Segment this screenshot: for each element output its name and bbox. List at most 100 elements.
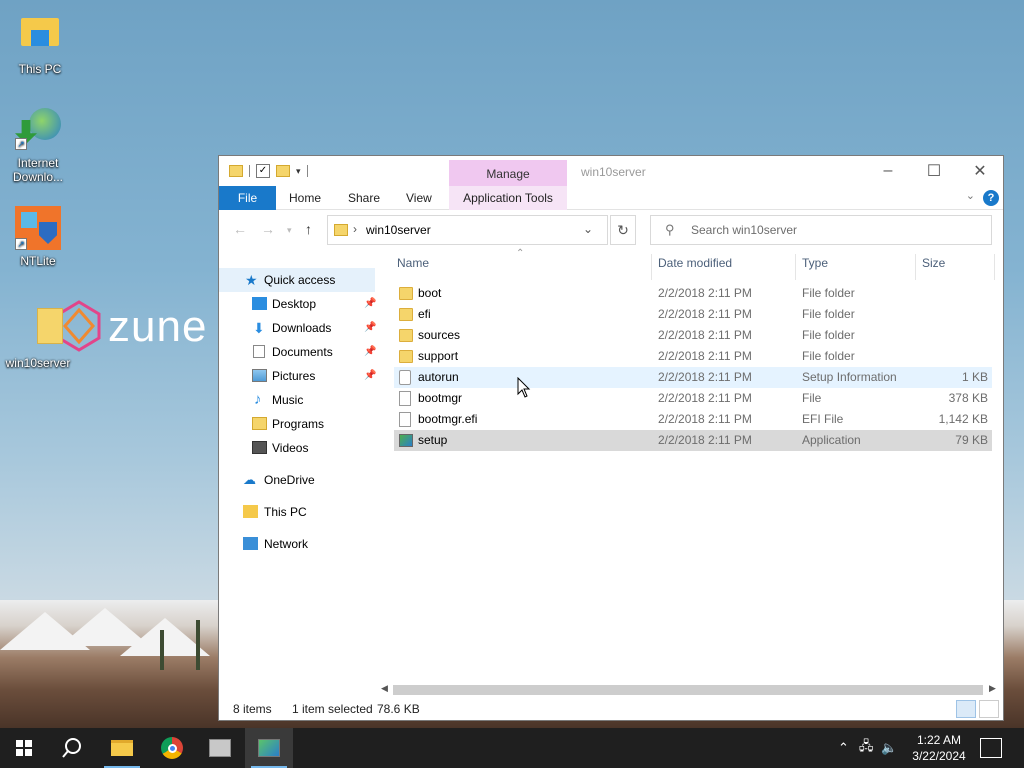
volume-muted-icon[interactable]: 🔈	[881, 740, 897, 756]
quick-access-toolbar: ✓ ▾	[229, 164, 308, 178]
desktop-icon-win10server[interactable]: win10server	[0, 306, 76, 370]
chevron-down-icon[interactable]: ⌄	[966, 189, 975, 202]
scrollbar-thumb[interactable]	[393, 685, 983, 695]
taskbar: ⌃ 🖧 🔈 1:22 AM 3/22/2024	[0, 728, 1024, 768]
nav-desktop[interactable]: Desktop 📌	[219, 292, 376, 316]
breadcrumb[interactable]: win10server	[366, 223, 431, 237]
tab-share[interactable]: Share	[338, 186, 390, 210]
windows-logo-icon	[16, 740, 32, 756]
taskbar-ntlite[interactable]	[245, 728, 293, 768]
close-button[interactable]: ✕	[957, 156, 1003, 186]
pin-icon[interactable]: 📌	[364, 292, 376, 316]
nav-downloads[interactable]: ⬇ Downloads 📌	[219, 316, 376, 340]
internet-download-manager-icon: ↗	[15, 106, 61, 152]
nav-onedrive[interactable]: ☁ OneDrive	[219, 468, 375, 492]
minimize-button[interactable]: –	[865, 156, 911, 186]
maximize-button[interactable]: ☐	[911, 156, 957, 186]
nav-pictures[interactable]: Pictures 📌	[219, 364, 376, 388]
nav-documents[interactable]: Documents 📌	[219, 340, 376, 364]
this-pc-icon	[243, 505, 258, 518]
file-row[interactable]: support 2/2/2018 2:11 PM File folder	[394, 346, 992, 367]
tab-file[interactable]: File	[219, 186, 276, 210]
customize-toolbar-icon[interactable]: ▾	[296, 166, 301, 177]
column-header-type[interactable]: Type	[802, 256, 828, 276]
sort-ascending-icon: ⌃	[516, 248, 525, 259]
item-count: 8 items	[233, 702, 272, 716]
file-row[interactable]: bootmgr.efi 2/2/2018 2:11 PM EFI File 1,…	[394, 409, 992, 430]
chevron-down-icon[interactable]: ⌄	[583, 222, 593, 236]
search-button[interactable]	[48, 728, 96, 768]
properties-icon[interactable]: ✓	[256, 164, 270, 178]
desktop-icon-this-pc[interactable]: This PC	[2, 12, 78, 76]
scroll-left-icon[interactable]: ◀	[381, 683, 388, 694]
file-icon	[399, 391, 411, 406]
refresh-button[interactable]: ↻	[610, 215, 636, 245]
tab-application-tools[interactable]: Application Tools	[449, 186, 567, 210]
file-row[interactable]: sources 2/2/2018 2:11 PM File folder	[394, 325, 992, 346]
address-bar[interactable]: › win10server ⌄	[327, 215, 608, 245]
tab-view[interactable]: View	[396, 186, 442, 210]
window-title: win10server	[581, 165, 646, 179]
taskbar-file-explorer[interactable]	[98, 728, 146, 768]
tab-home[interactable]: Home	[279, 186, 331, 210]
recent-locations-chevron-icon[interactable]: ▾	[287, 225, 292, 236]
pin-icon[interactable]: 📌	[364, 316, 376, 340]
nav-music[interactable]: ♪ Music	[219, 388, 375, 412]
column-header-name[interactable]: Name	[397, 256, 429, 276]
pin-icon[interactable]: 📌	[364, 340, 376, 364]
chevron-right-icon[interactable]: ›	[353, 222, 357, 236]
desktop-icon-ntlite[interactable]: ↗ NTLite	[0, 204, 76, 268]
folder-icon	[399, 287, 413, 300]
horizontal-scrollbar[interactable]: ◀ ▶	[379, 683, 999, 695]
start-button[interactable]	[0, 728, 48, 768]
large-icons-view-icon[interactable]	[979, 700, 999, 718]
chrome-icon	[161, 737, 183, 759]
desktop-icon-internet-download-manager[interactable]: ↗ Internet Downlo...	[0, 106, 76, 184]
navigation-pane: ★ Quick access Desktop 📌 ⬇ Downloads 📌 D…	[219, 266, 379, 676]
address-bar-row: ← → ▾ ↑ › win10server ⌄ ↻ ⚲ Search win10…	[219, 211, 1003, 249]
file-explorer-icon	[111, 740, 133, 756]
manage-contextual-tab[interactable]: Manage	[449, 160, 567, 188]
desktop-icon-label: win10server	[5, 356, 71, 370]
nav-network[interactable]: Network	[219, 532, 375, 556]
taskbar-chrome[interactable]	[148, 728, 196, 768]
pin-icon[interactable]: 📌	[364, 364, 376, 388]
folder-icon	[399, 308, 413, 321]
desktop-icon	[252, 297, 267, 310]
details-view-icon[interactable]	[956, 700, 976, 718]
documents-icon	[253, 345, 265, 358]
nav-this-pc[interactable]: This PC	[219, 500, 375, 524]
pictures-icon	[252, 369, 267, 382]
search-input[interactable]: ⚲ Search win10server	[650, 215, 992, 245]
network-icon[interactable]: 🖧	[859, 737, 874, 759]
file-row[interactable]: efi 2/2/2018 2:11 PM File folder	[394, 304, 992, 325]
search-icon	[62, 738, 81, 758]
music-note-icon: ♪	[254, 391, 262, 408]
column-header-size[interactable]: Size	[922, 256, 945, 276]
taskbar-app[interactable]	[196, 728, 244, 768]
title-bar: ✓ ▾ Manage win10server – ☐ ✕	[219, 156, 1003, 188]
file-row[interactable]: setup 2/2/2018 2:11 PM Application 79 KB	[394, 430, 992, 451]
nav-quick-access[interactable]: ★ Quick access	[219, 268, 375, 292]
this-pc-icon	[17, 12, 63, 58]
help-icon[interactable]: ?	[983, 190, 999, 206]
notifications-icon[interactable]	[980, 738, 1002, 758]
file-icon	[399, 412, 411, 427]
chevron-up-icon[interactable]: ⌃	[838, 740, 849, 756]
column-header-date-modified[interactable]: Date modified	[658, 256, 732, 276]
nav-programs[interactable]: Programs	[219, 412, 375, 436]
forward-arrow-icon[interactable]: →	[261, 221, 275, 237]
application-icon	[209, 739, 231, 757]
setup-information-icon	[399, 370, 411, 385]
clock[interactable]: 1:22 AM 3/22/2024	[906, 732, 972, 764]
new-folder-icon[interactable]	[276, 165, 290, 177]
scroll-right-icon[interactable]: ▶	[989, 683, 996, 694]
desktop-icon-label: NTLite	[20, 254, 56, 268]
back-arrow-icon[interactable]: ←	[233, 221, 247, 237]
file-row[interactable]: bootmgr 2/2/2018 2:11 PM File 378 KB	[394, 388, 992, 409]
up-arrow-icon[interactable]: ↑	[305, 221, 312, 237]
file-row[interactable]: autorun 2/2/2018 2:11 PM Setup Informati…	[394, 367, 992, 388]
nav-videos[interactable]: Videos	[219, 436, 375, 460]
file-row[interactable]: boot 2/2/2018 2:11 PM File folder	[394, 283, 992, 304]
wallpaper-palm	[196, 620, 200, 670]
